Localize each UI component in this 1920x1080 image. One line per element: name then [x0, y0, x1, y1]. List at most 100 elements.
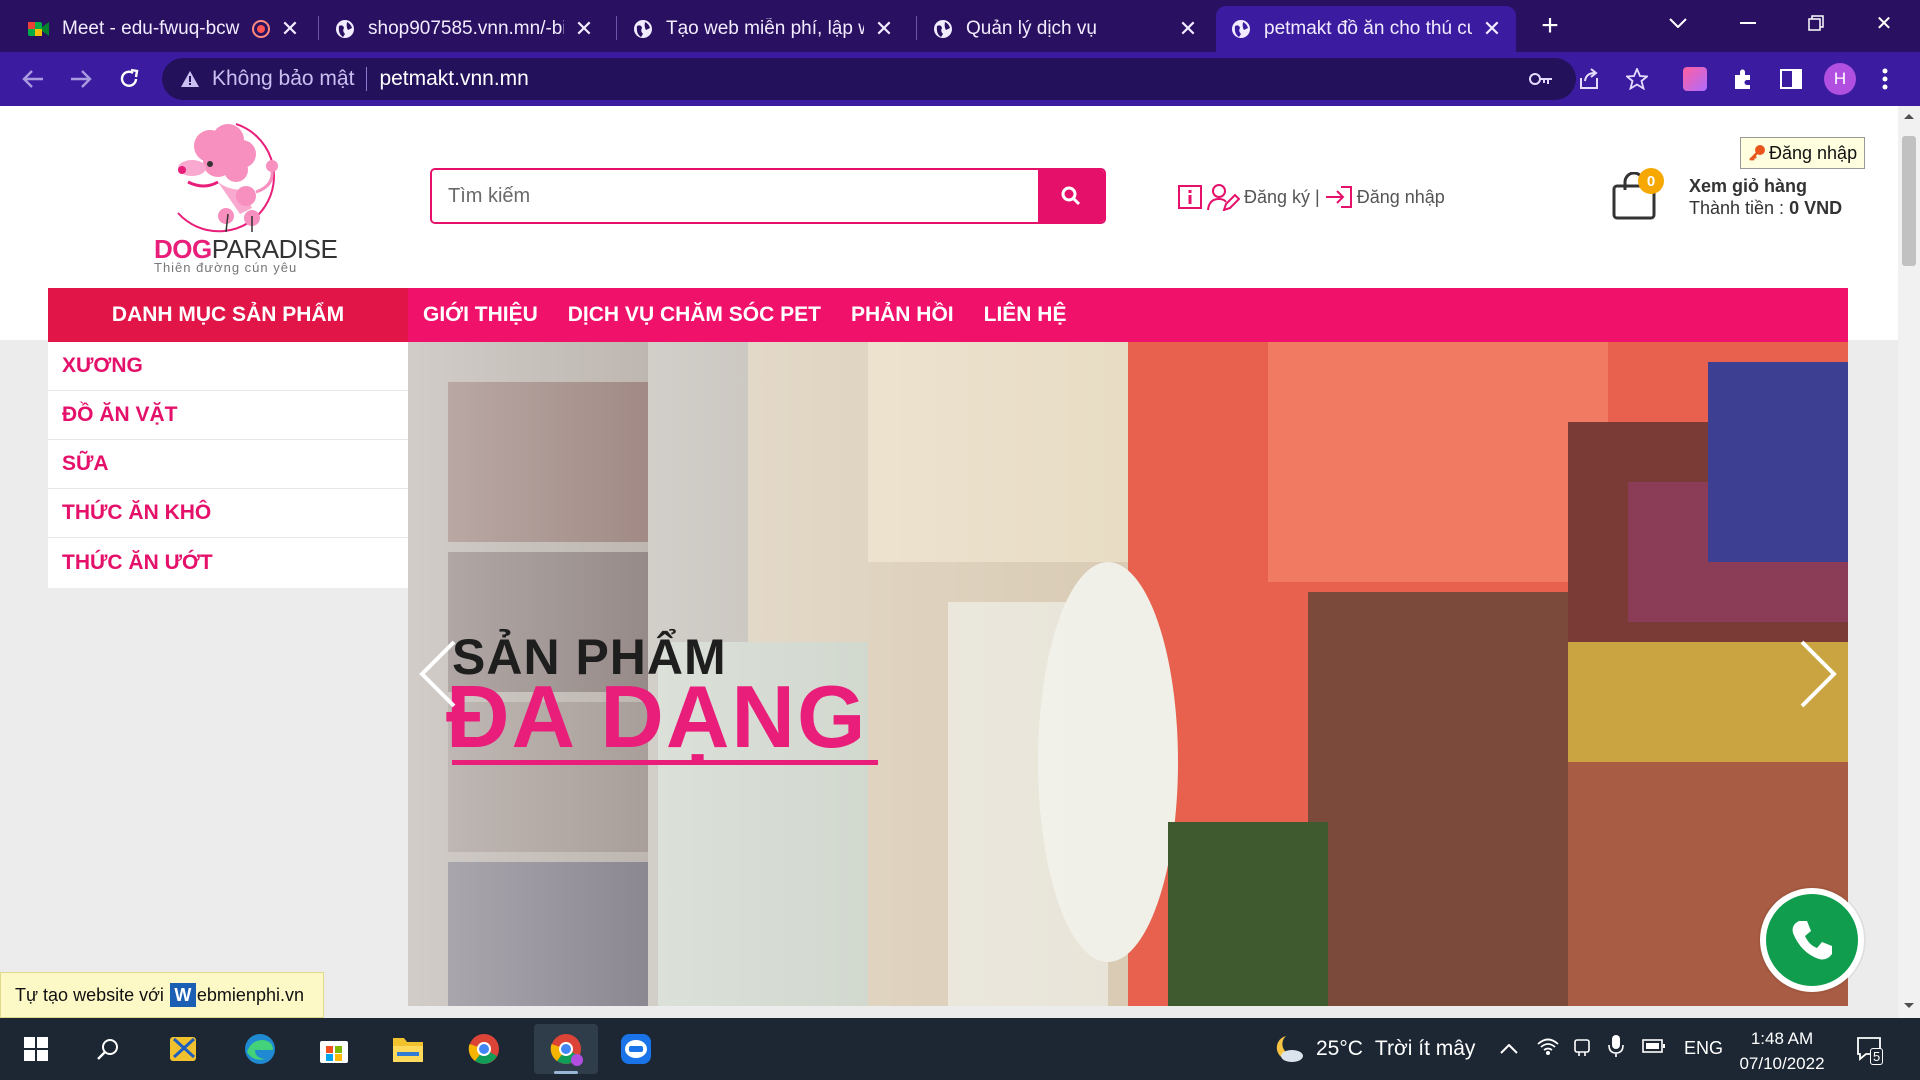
category-item-milk[interactable]: SỮA [48, 440, 408, 489]
wifi-icon[interactable] [1536, 1036, 1560, 1061]
tab-shop[interactable]: shop907585.vnn.mn/-bid5 ✕ [320, 6, 608, 52]
tab-search-chevron-icon[interactable] [1646, 0, 1710, 46]
tab-service[interactable]: Quản lý dịch vụ ✕ [918, 6, 1212, 52]
more-menu-icon[interactable] [1870, 64, 1900, 94]
microsoft-store-icon[interactable] [306, 1024, 362, 1074]
tray-chevron-up-icon[interactable] [1500, 1038, 1518, 1059]
cart-total: Thành tiền : 0 VND [1689, 198, 1843, 218]
page-scrollbar[interactable] [1898, 106, 1920, 1018]
bookmark-star-icon[interactable] [1620, 62, 1654, 96]
webmienphi-logo: W [169, 983, 196, 1007]
close-icon[interactable]: ✕ [872, 16, 896, 41]
profile-avatar[interactable]: H [1824, 63, 1856, 95]
globe-icon [932, 18, 954, 40]
nav-item-about[interactable]: GIỚI THIỆU [423, 303, 538, 327]
taskbar-search-icon[interactable] [80, 1024, 136, 1074]
windows-taskbar: 25°C Trời ít mây ENG 1:48 AM 07/10/2022 … [0, 1018, 1920, 1080]
tab-title: Quản lý dịch vụ [966, 18, 1097, 39]
chrome-icon[interactable] [456, 1024, 512, 1074]
file-explorer-icon[interactable] [380, 1024, 436, 1074]
phone-icon [1792, 921, 1832, 960]
category-item-wet-food[interactable]: THỨC ĂN ƯỚT [48, 538, 408, 587]
cart-title[interactable]: Xem giỏ hàng [1689, 176, 1807, 197]
close-icon[interactable]: ✕ [1176, 16, 1200, 41]
address-bar[interactable]: Không bảo mật petmakt.vnn.mn [162, 58, 1576, 100]
system-clock[interactable]: 1:48 AM 07/10/2022 [1730, 1026, 1834, 1076]
zalo-icon[interactable] [608, 1024, 664, 1074]
slider-prev-chevron-icon[interactable] [416, 638, 460, 710]
main-nav: DANH MỤC SẢN PHẨM GIỚI THIỆU DỊCH VỤ CHĂ… [48, 288, 1848, 342]
globe-icon [632, 18, 654, 40]
nav-item-contact[interactable]: LIÊN HỆ [984, 303, 1067, 327]
extension-gradient-icon[interactable] [1680, 64, 1710, 94]
tab-title: shop907585.vnn.mn/-bid5 [368, 18, 564, 39]
back-arrow-icon[interactable] [16, 62, 50, 96]
search-input[interactable] [432, 170, 1038, 222]
login-tooltip[interactable]: Đăng nhập [1740, 137, 1866, 169]
category-item-snacks[interactable]: ĐỒ ĂN VẶT [48, 391, 408, 440]
microphone-icon[interactable] [1608, 1034, 1624, 1063]
promo-prefix: Tự tạo website với [15, 984, 164, 1005]
tab-divider [916, 16, 917, 40]
key-icon[interactable] [1524, 62, 1558, 96]
extensions-puzzle-icon[interactable] [1728, 64, 1758, 94]
search-box [430, 168, 1106, 224]
scroll-down-icon[interactable] [1903, 1002, 1915, 1010]
close-icon[interactable]: ✕ [572, 16, 596, 41]
key-icon [1749, 145, 1765, 161]
reload-icon[interactable] [112, 62, 146, 96]
close-icon[interactable]: ✕ [1480, 16, 1504, 41]
url-text[interactable]: petmakt.vnn.mn [379, 67, 528, 91]
category-item-bones[interactable]: XƯƠNG [48, 342, 408, 391]
tab-meet[interactable]: Meet - edu-fwuq-bcw ✕ [14, 6, 314, 52]
tab-divider [318, 16, 319, 40]
new-tab-button[interactable]: + [1534, 9, 1566, 42]
promo-suffix: ebmienphi.vn [196, 984, 304, 1005]
scrollbar-thumb[interactable] [1902, 136, 1916, 266]
close-window-button[interactable]: ✕ [1852, 0, 1916, 46]
network-icon[interactable] [1572, 1036, 1592, 1063]
omnibox-divider [366, 67, 368, 91]
tab-strip: Meet - edu-fwuq-bcw ✕ shop907585.vnn.mn/… [0, 0, 1920, 52]
close-icon[interactable]: ✕ [278, 16, 302, 41]
slide-subheading: ĐA DẠNG [446, 667, 868, 766]
user-edit-icon [1206, 183, 1240, 211]
windows-start-icon[interactable] [8, 1024, 64, 1074]
security-label[interactable]: Không bảo mật [212, 67, 354, 91]
hero-slider[interactable]: SẢN PHẨM ĐA DẠNG [408, 342, 1848, 1006]
tab-title: Tạo web miễn phí, lập web [666, 18, 864, 39]
language-indicator[interactable]: ENG [1684, 1038, 1723, 1059]
login-link[interactable]: Đăng nhập [1357, 187, 1445, 208]
promo-banner[interactable]: Tự tạo website với W ebmienphi.vn [0, 972, 324, 1018]
clock-time: 1:48 AM [1750, 1029, 1814, 1048]
side-panel-icon[interactable] [1776, 64, 1806, 94]
info-icon [1178, 185, 1202, 209]
slider-next-chevron-icon[interactable] [1796, 638, 1840, 710]
minimize-button[interactable] [1716, 0, 1780, 46]
nav-item-feedback[interactable]: PHẢN HỒI [851, 303, 954, 327]
cart-total-value: 0 VND [1789, 198, 1843, 218]
nav-item-pet-care[interactable]: DỊCH VỤ CHĂM SÓC PET [568, 303, 821, 327]
register-link[interactable]: Đăng ký [1244, 187, 1310, 208]
category-sidebar: XƯƠNG ĐỒ ĂN VẶT SỮA THỨC ĂN KHÔ THỨC ĂN … [48, 342, 408, 588]
share-icon[interactable] [1572, 62, 1606, 96]
tab-petmakt[interactable]: petmakt đồ ăn cho thú cưng ✕ [1216, 6, 1516, 52]
snipping-tool-icon[interactable] [156, 1024, 212, 1074]
category-item-dry-food[interactable]: THỨC ĂN KHÔ [48, 489, 408, 538]
globe-icon [1230, 18, 1252, 40]
active-indicator [554, 1071, 578, 1074]
tab-webmienphi[interactable]: Tạo web miễn phí, lập web ✕ [618, 6, 908, 52]
weather-widget[interactable]: 25°C Trời ít mây [1272, 1034, 1475, 1064]
scroll-up-icon[interactable] [1903, 112, 1915, 120]
category-menu-header[interactable]: DANH MỤC SẢN PHẨM [48, 288, 408, 342]
edge-browser-icon[interactable] [232, 1024, 288, 1074]
notification-center[interactable]: 5 [1856, 1036, 1884, 1067]
search-icon [1061, 186, 1081, 206]
chrome-profile-icon[interactable] [534, 1024, 598, 1074]
restore-button[interactable] [1784, 0, 1848, 46]
forward-arrow-icon[interactable] [64, 62, 98, 96]
call-button[interactable] [1760, 888, 1864, 992]
search-button[interactable] [1038, 170, 1104, 222]
warning-icon[interactable] [180, 70, 200, 88]
battery-icon[interactable] [1642, 1038, 1666, 1059]
